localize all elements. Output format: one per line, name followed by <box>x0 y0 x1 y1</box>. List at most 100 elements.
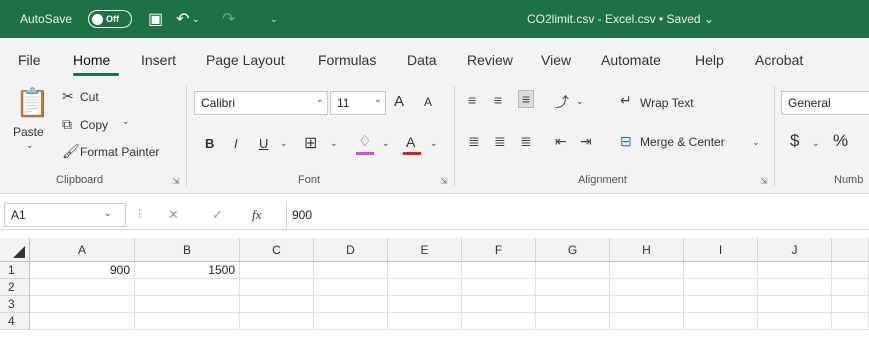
cell-h3[interactable] <box>610 296 684 313</box>
cell-overflow[interactable] <box>832 262 869 279</box>
font-color-button[interactable]: A <box>406 134 415 150</box>
tab-file[interactable]: File <box>18 52 41 68</box>
cell-a2[interactable] <box>30 279 135 296</box>
cell-a3[interactable] <box>30 296 135 313</box>
paste-dropdown-icon[interactable]: ⌄ <box>26 140 34 151</box>
wrap-text-button[interactable]: Wrap Text <box>640 96 694 110</box>
column-header-c[interactable]: C <box>240 238 314 262</box>
cell-d2[interactable] <box>314 279 388 296</box>
cell-j1[interactable] <box>758 262 832 279</box>
row-header-1[interactable]: 1 <box>0 262 30 279</box>
cell-b1[interactable]: 1500 <box>135 262 240 279</box>
fill-color-icon[interactable]: ♢ <box>358 132 371 150</box>
paste-icon[interactable]: 📋 <box>15 86 50 119</box>
cell-e2[interactable] <box>388 279 462 296</box>
font-launcher-icon[interactable]: ⇲ <box>440 176 448 187</box>
cell-g1[interactable] <box>536 262 610 279</box>
cell-j4[interactable] <box>758 313 832 330</box>
underline-dropdown-icon[interactable]: ⌄ <box>280 138 288 149</box>
cell-i1[interactable] <box>684 262 758 279</box>
tab-view[interactable]: View <box>541 52 571 68</box>
column-header-g[interactable]: G <box>536 238 610 262</box>
increase-indent-icon[interactable]: ⇥ <box>580 133 592 150</box>
font-size-dropdown-icon[interactable]: ⌄ <box>374 94 382 105</box>
tab-review[interactable]: Review <box>467 52 513 68</box>
cut-button[interactable]: Cut <box>80 90 99 104</box>
font-name-dropdown-icon[interactable]: ⌄ <box>316 94 324 105</box>
cell-i2[interactable] <box>684 279 758 296</box>
tab-home[interactable]: Home <box>73 52 110 68</box>
insert-function-button[interactable]: fx <box>252 207 261 223</box>
cell-d4[interactable] <box>314 313 388 330</box>
name-box-dropdown-icon[interactable]: ⌄ <box>104 208 112 219</box>
column-header-a[interactable]: A <box>30 238 135 262</box>
tab-automate[interactable]: Automate <box>601 52 661 68</box>
cell-d3[interactable] <box>314 296 388 313</box>
cell-i3[interactable] <box>684 296 758 313</box>
cell-g3[interactable] <box>536 296 610 313</box>
cell-c2[interactable] <box>240 279 314 296</box>
cell-h2[interactable] <box>610 279 684 296</box>
top-align-icon[interactable]: ≡ <box>468 92 476 108</box>
cell-a1[interactable]: 900 <box>30 262 135 279</box>
cell-e1[interactable] <box>388 262 462 279</box>
tab-insert[interactable]: Insert <box>141 52 176 68</box>
orientation-dropdown-icon[interactable]: ⌄ <box>576 96 584 107</box>
percent-style-button[interactable]: % <box>833 131 848 151</box>
column-header-h[interactable]: H <box>610 238 684 262</box>
cell-f1[interactable] <box>462 262 536 279</box>
cell-c3[interactable] <box>240 296 314 313</box>
formula-input[interactable]: 900 <box>292 208 312 222</box>
cell-overflow[interactable] <box>832 279 869 296</box>
tab-formulas[interactable]: Formulas <box>318 52 376 68</box>
select-all-button[interactable] <box>0 238 30 262</box>
orientation-icon[interactable]: ⤴ <box>555 92 569 112</box>
font-name-select[interactable]: Calibri <box>194 91 328 115</box>
cell-b2[interactable] <box>135 279 240 296</box>
cell-g4[interactable] <box>536 313 610 330</box>
cut-icon[interactable]: ✂ <box>62 88 74 105</box>
bold-button[interactable]: B <box>205 136 214 151</box>
column-header-i[interactable]: I <box>684 238 758 262</box>
cell-b3[interactable] <box>135 296 240 313</box>
column-header-b[interactable]: B <box>135 238 240 262</box>
cell-b4[interactable] <box>135 313 240 330</box>
row-header-4[interactable]: 4 <box>0 313 30 330</box>
save-icon[interactable]: ▣ <box>148 0 163 38</box>
cell-h4[interactable] <box>610 313 684 330</box>
merge-center-icon[interactable]: ⊟ <box>620 133 632 150</box>
cell-a4[interactable] <box>30 313 135 330</box>
fill-color-dropdown-icon[interactable]: ⌄ <box>382 138 390 149</box>
cell-overflow[interactable] <box>832 313 869 330</box>
cell-e4[interactable] <box>388 313 462 330</box>
font-color-dropdown-icon[interactable]: ⌄ <box>430 138 438 149</box>
wrap-text-icon[interactable]: ↵ <box>620 92 632 109</box>
customize-qat-icon[interactable]: ⌄ <box>270 0 278 38</box>
middle-align-icon[interactable]: ≡ <box>494 92 502 108</box>
cell-c4[interactable] <box>240 313 314 330</box>
increase-font-size-button[interactable]: A <box>394 93 404 110</box>
format-painter-button[interactable]: Format Painter <box>80 145 159 159</box>
merge-center-dropdown-icon[interactable]: ⌄ <box>752 137 760 148</box>
paste-button[interactable]: Paste <box>13 125 44 139</box>
cell-f2[interactable] <box>462 279 536 296</box>
tab-help[interactable]: Help <box>695 52 724 68</box>
merge-center-button[interactable]: Merge & Center <box>640 135 725 149</box>
cell-i4[interactable] <box>684 313 758 330</box>
tab-page-layout[interactable]: Page Layout <box>206 52 285 68</box>
italic-button[interactable]: I <box>234 136 238 151</box>
cell-d1[interactable] <box>314 262 388 279</box>
enter-icon[interactable]: ✓ <box>212 207 223 223</box>
number-format-select[interactable]: General <box>781 91 869 115</box>
cell-f3[interactable] <box>462 296 536 313</box>
copy-dropdown-icon[interactable]: ⌄ <box>122 116 130 127</box>
cell-j2[interactable] <box>758 279 832 296</box>
column-header-e[interactable]: E <box>388 238 462 262</box>
more-options-icon[interactable]: ⋮ <box>134 207 145 220</box>
undo-dropdown-icon[interactable]: ⌄ <box>192 0 200 38</box>
borders-dropdown-icon[interactable]: ⌄ <box>330 138 338 149</box>
clipboard-launcher-icon[interactable]: ⇲ <box>172 176 180 187</box>
borders-icon[interactable]: ⊞ <box>304 133 317 153</box>
bottom-align-icon[interactable]: ≡ <box>518 90 535 108</box>
column-header-d[interactable]: D <box>314 238 388 262</box>
